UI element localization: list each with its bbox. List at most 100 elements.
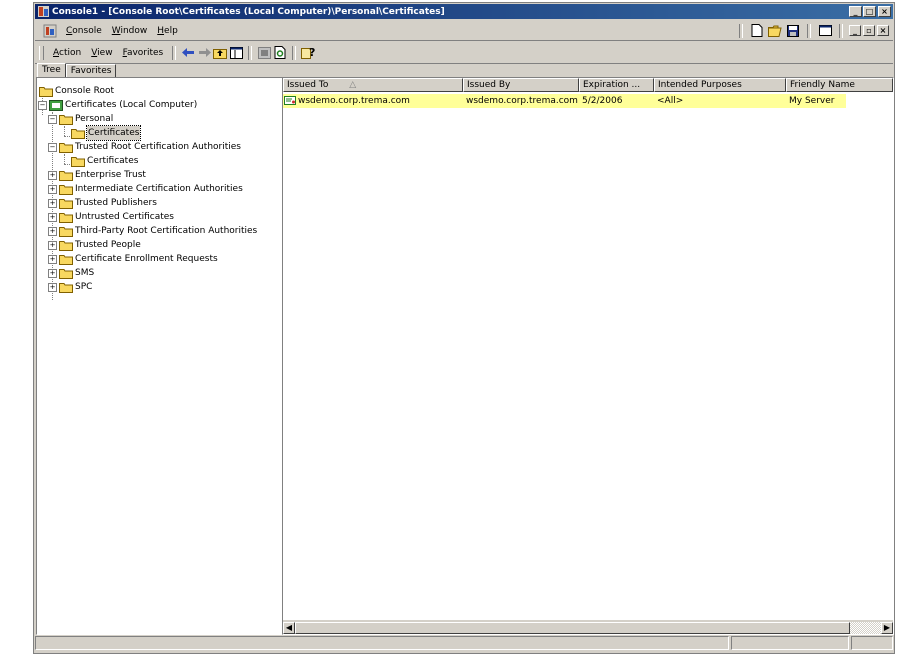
column-header-issued-by[interactable]: Issued By [463, 78, 579, 92]
tree-item-certificates-snapin[interactable]: − Certificates (Local Computer) [37, 98, 282, 112]
expand-toggle[interactable]: + [48, 241, 57, 250]
back-button[interactable] [180, 45, 196, 60]
title-bar[interactable]: Console1 - [Console Root\Certificates (L… [35, 4, 893, 19]
toolbar-separator [172, 45, 177, 60]
menu-console[interactable]: Console [61, 26, 107, 36]
tree-item-personal-certificates[interactable]: Certificates [37, 125, 282, 141]
scroll-thumb[interactable] [295, 621, 850, 634]
folder-icon [59, 171, 73, 181]
scroll-right-arrow[interactable]: ▶ [881, 621, 893, 634]
tree-item-trusted-root-certificates[interactable]: Certificates [37, 154, 282, 168]
refresh-button[interactable] [272, 45, 288, 60]
folder-icon [59, 283, 73, 293]
export-list-button[interactable] [256, 45, 272, 60]
mmc-window: Console1 - [Console Root\Certificates (L… [33, 2, 895, 654]
expand-toggle[interactable]: + [48, 171, 57, 180]
column-header-issued-to[interactable]: Issued To △ [283, 78, 463, 92]
table-row[interactable]: wsdemo.corp.trema.com wsdemo.corp.trema.… [283, 94, 893, 108]
expand-toggle[interactable]: + [48, 255, 57, 264]
console-menu-icon[interactable] [43, 24, 57, 38]
help-icon: ? [301, 46, 315, 59]
tree-item-store[interactable]: + Trusted People [37, 238, 282, 252]
collapse-toggle[interactable]: − [48, 143, 57, 152]
tree-item-trusted-root[interactable]: − Trusted Root Certification Authorities [37, 140, 282, 154]
menu-help[interactable]: Help [152, 26, 183, 36]
toolbar-separator [807, 23, 811, 38]
tree-item-label: Trusted People [75, 240, 141, 250]
status-panel-tertiary [851, 636, 893, 650]
child-close-button[interactable]: × [877, 25, 889, 36]
menu-action[interactable]: Action [48, 48, 86, 58]
horizontal-scrollbar[interactable]: ◀ ▶ [283, 620, 893, 634]
column-header-friendly-name[interactable]: Friendly Name [786, 78, 893, 92]
tree-item-label: Untrusted Certificates [75, 212, 174, 222]
list-header: Issued To △ Issued By Expiration ... Int… [283, 78, 893, 92]
menu-view[interactable]: View [86, 48, 117, 58]
scroll-track[interactable] [295, 621, 881, 634]
tree-item-store[interactable]: + Untrusted Certificates [37, 210, 282, 224]
tree-item-console-root[interactable]: Console Root [37, 84, 282, 98]
tree-item-store[interactable]: + SPC [37, 280, 282, 294]
status-panel-secondary [731, 636, 849, 650]
cell-friendly-name: My Server [786, 94, 846, 108]
new-console-button[interactable] [749, 23, 765, 38]
tree-item-personal[interactable]: − Personal [37, 112, 282, 126]
menu-window[interactable]: Window [107, 26, 153, 36]
open-folder-icon [71, 129, 85, 139]
child-minimize-button[interactable]: _ [849, 25, 861, 36]
expand-toggle[interactable]: + [48, 185, 57, 194]
expand-toggle[interactable]: + [48, 213, 57, 222]
tree-item-store[interactable]: + Third-Party Root Certification Authori… [37, 224, 282, 238]
show-hide-tree-button[interactable] [228, 45, 244, 60]
issued-to-value: wsdemo.corp.trema.com [298, 96, 410, 106]
expand-toggle[interactable]: + [48, 269, 57, 278]
forward-button[interactable] [196, 45, 212, 60]
new-window-button[interactable] [817, 23, 833, 38]
folder-icon [59, 185, 73, 195]
column-label: Issued To [287, 80, 329, 90]
tree-item-store[interactable]: + Intermediate Certification Authorities [37, 182, 282, 196]
tree-item-label: Enterprise Trust [75, 170, 146, 180]
collapse-toggle[interactable]: − [48, 115, 57, 124]
tree-item-store[interactable]: + SMS [37, 266, 282, 280]
refresh-icon [274, 46, 286, 59]
close-button[interactable]: × [878, 6, 891, 17]
save-console-button[interactable] [785, 23, 801, 38]
tree-item-label: Trusted Root Certification Authorities [75, 142, 241, 152]
folder-icon [59, 143, 73, 153]
tree-item-label: Certificates [87, 156, 139, 166]
open-console-button[interactable] [767, 23, 783, 38]
column-header-expiration[interactable]: Expiration ... [579, 78, 654, 92]
folder-icon [59, 213, 73, 223]
toolbar-grip[interactable] [39, 45, 44, 60]
menu-favorites[interactable]: Favorites [118, 48, 169, 58]
expand-toggle[interactable]: + [48, 199, 57, 208]
up-folder-icon [213, 48, 228, 59]
status-bar [35, 636, 893, 652]
tree-item-store[interactable]: + Certificate Enrollment Requests [37, 252, 282, 266]
up-one-level-button[interactable] [212, 45, 228, 60]
tree-item-store[interactable]: + Trusted Publishers [37, 196, 282, 210]
child-restore-button[interactable]: ▫ [863, 25, 875, 36]
tree-item-store[interactable]: + Enterprise Trust [37, 168, 282, 182]
cell-issued-to: wsdemo.corp.trema.com [283, 94, 463, 108]
column-header-intended-purposes[interactable]: Intended Purposes [654, 78, 786, 92]
expand-toggle[interactable]: + [48, 283, 57, 292]
forward-arrow-icon [198, 48, 211, 57]
cell-expiration: 5/2/2006 [579, 94, 654, 108]
maximize-button[interactable]: □ [863, 6, 876, 17]
tab-tree[interactable]: Tree [37, 63, 66, 78]
tab-favorites[interactable]: Favorites [65, 64, 117, 78]
sort-ascending-icon: △ [349, 80, 357, 90]
expand-toggle[interactable]: + [48, 227, 57, 236]
tree-item-label-selected: Certificates [85, 125, 142, 141]
new-window-icon [818, 25, 832, 36]
tree-item-label: Trusted Publishers [75, 198, 157, 208]
toolbar-separator [248, 45, 253, 60]
console-tree: Console Root − Certificates (Local Compu… [37, 78, 282, 634]
help-button[interactable]: ? [300, 45, 316, 60]
scroll-left-arrow[interactable]: ◀ [283, 621, 295, 634]
collapse-toggle[interactable]: − [38, 101, 47, 110]
result-list-pane: Issued To △ Issued By Expiration ... Int… [282, 77, 894, 635]
minimize-button[interactable]: _ [849, 6, 862, 17]
